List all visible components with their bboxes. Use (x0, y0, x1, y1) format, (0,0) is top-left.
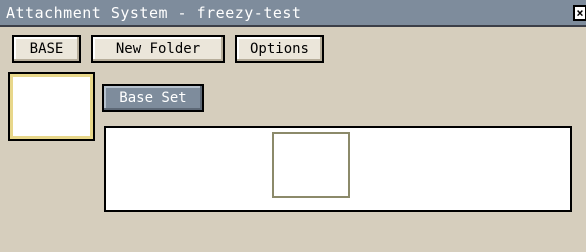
bald-angry-head-sprite-icon (354, 132, 432, 198)
frame-item[interactable] (190, 132, 268, 198)
frame-item[interactable] (108, 132, 186, 198)
attachment-system-window: Attachment System - freezy-test × BASE N… (0, 0, 586, 252)
window-title: Attachment System - freezy-test (6, 4, 302, 22)
new-folder-button[interactable]: New Folder (91, 35, 225, 63)
close-icon[interactable]: × (573, 5, 586, 21)
title-bar[interactable]: Attachment System - freezy-test × (0, 0, 586, 27)
bald-angry-head-sprite-icon (13, 77, 90, 136)
frame-item[interactable] (354, 132, 432, 198)
base-set-button[interactable]: Base Set (102, 84, 204, 112)
bald-angry-head-sprite-icon (190, 132, 268, 198)
bald-angry-head-sprite-icon (108, 132, 186, 198)
bald-angry-head-sprite-icon (272, 132, 350, 198)
frame-item[interactable] (272, 132, 350, 198)
frame-strip (104, 126, 572, 212)
frame-item[interactable] (436, 132, 514, 198)
options-button[interactable]: Options (235, 35, 324, 63)
bald-angry-head-sprite-icon (436, 132, 514, 198)
set-thumbnail[interactable] (8, 72, 95, 141)
base-button[interactable]: BASE (12, 35, 81, 63)
